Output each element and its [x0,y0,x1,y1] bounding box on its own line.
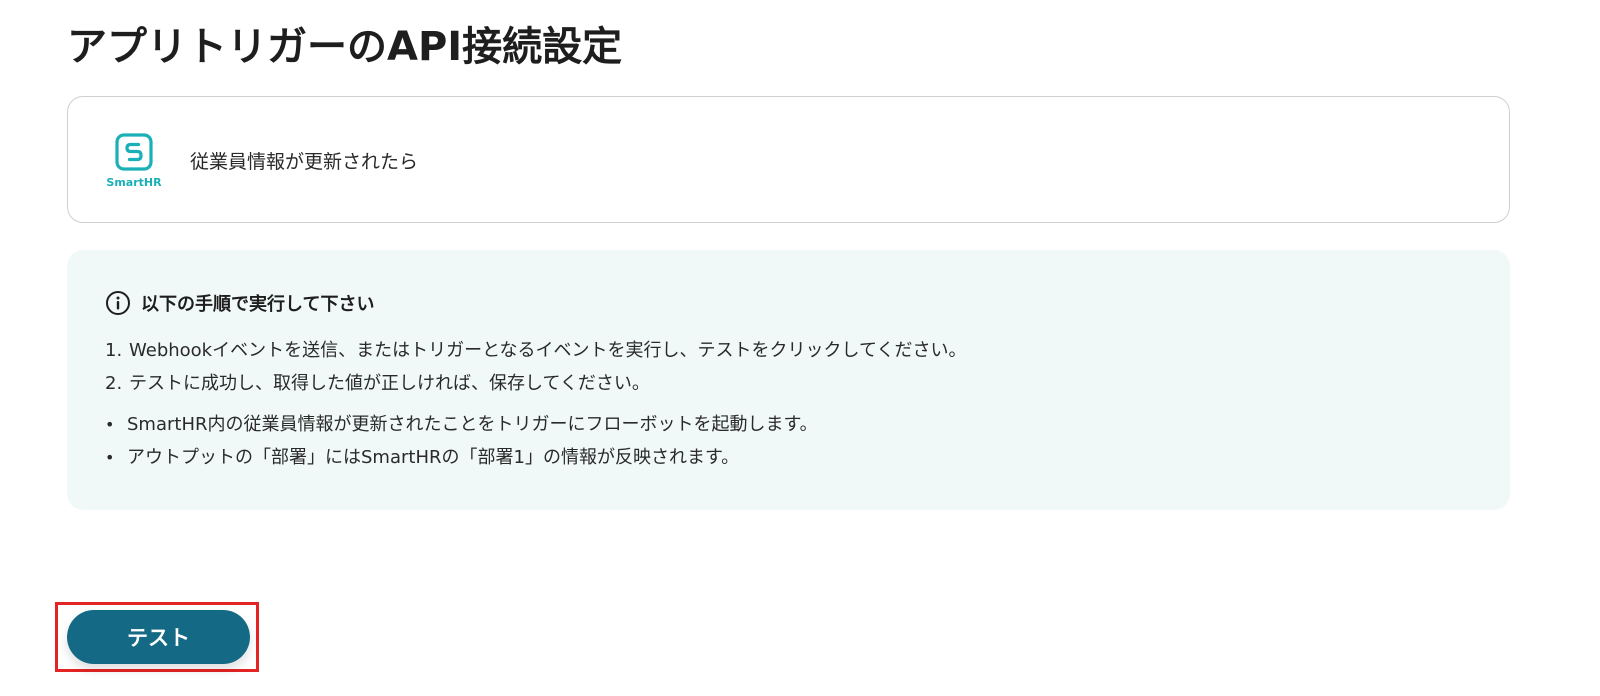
trigger-name: 従業員情報が更新されたら [190,151,419,173]
instructions-box: 以下の手順で実行して下さい 1. Webhookイベントを送信、またはトリガーとな… [67,250,1510,510]
note-text: SmartHR内の従業員情報が更新されたことをトリガーにフローボットを起動します… [127,414,818,435]
note-item: • SmartHR内の従業員情報が更新されたことをトリガーにフローボットを起動しま… [105,408,818,441]
instructions-title: 以下の手順で実行して下さい [141,294,375,315]
app-logo: SmartHR [104,133,164,191]
note-item: • アウトプットの「部署」にはSmartHRの「部署1」の情報が反映されます。 [105,441,818,474]
info-icon [106,291,130,315]
test-button[interactable]: テスト [67,610,250,664]
note-bullet: • [105,415,115,434]
note-text: アウトプットの「部署」にはSmartHRの「部署1」の情報が反映されます。 [127,447,740,468]
instructions-notes: • SmartHR内の従業員情報が更新されたことをトリガーにフローボットを起動しま… [105,408,818,474]
step-text: Webhookイベントを送信、またはトリガーとなるイベントを実行し、テストをクリ… [129,340,967,361]
smarthr-logo-icon [115,133,153,171]
note-bullet: • [105,448,115,467]
page-title: アプリトリガーのAPI接続設定 [67,24,623,70]
instructions-header: 以下の手順で実行して下さい [105,290,374,316]
api-settings-page: アプリトリガーのAPI接続設定 SmartHR 従業員情報が更新されたら 以下の… [0,0,1600,696]
step-item: 2. テストに成功し、取得した値が正しければ、保存してください。 [105,367,966,400]
app-logo-label: SmartHR [106,176,162,189]
step-number: 1. [105,340,123,361]
step-text: テストに成功し、取得した値が正しければ、保存してください。 [129,373,650,394]
instructions-steps: 1. Webhookイベントを送信、またはトリガーとなるイベントを実行し、テストを… [105,334,966,400]
step-number: 2. [105,373,123,394]
step-item: 1. Webhookイベントを送信、またはトリガーとなるイベントを実行し、テストを… [105,334,966,367]
app-trigger-card: SmartHR 従業員情報が更新されたら [67,96,1510,223]
